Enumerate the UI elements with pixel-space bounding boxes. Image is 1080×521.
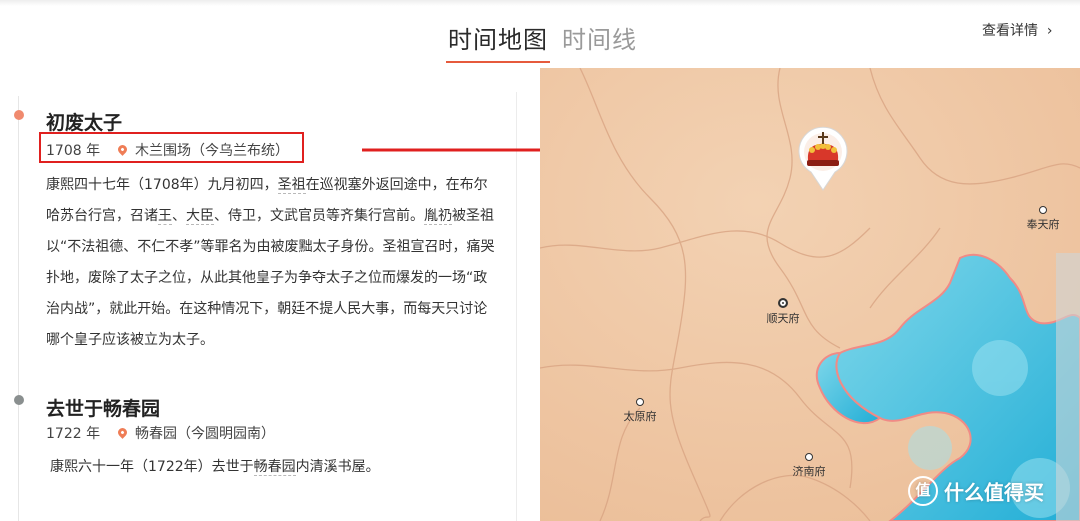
city-taiyuan[interactable]: 太原府 bbox=[610, 398, 670, 424]
active-tab-underline bbox=[446, 61, 550, 63]
city-shuntian[interactable]: 顺天府 bbox=[753, 298, 813, 326]
event-title[interactable]: 初废太子 bbox=[46, 108, 122, 135]
watermark-logo-icon: 值 bbox=[908, 476, 938, 506]
desc-link[interactable]: 畅春园 bbox=[253, 459, 296, 476]
site-watermark: 值什么值得买 bbox=[908, 476, 1044, 510]
city-label: 奉天府 bbox=[1026, 218, 1060, 231]
event-title[interactable]: 去世于畅春园 bbox=[46, 394, 160, 421]
city-label: 太原府 bbox=[623, 410, 657, 423]
desc-link[interactable]: 胤礽 bbox=[424, 208, 452, 225]
top-shadow bbox=[0, 0, 1080, 6]
history-map[interactable]: 奉天府 顺天府 太原府 济南府 bbox=[540, 68, 1080, 521]
watermark-text: 什么值得买 bbox=[944, 480, 1044, 505]
event-place: 畅春园（今圆明园南） bbox=[135, 426, 275, 442]
desc-text: 康熙四十七年（1708年）九月初四， bbox=[46, 177, 278, 193]
city-marker-icon bbox=[1039, 206, 1047, 214]
city-jinan[interactable]: 济南府 bbox=[779, 453, 839, 479]
view-tabs: 时间地图 时间线 bbox=[0, 18, 1080, 63]
desc-text: 、侍卫，文武官员等齐集行宫前。 bbox=[214, 208, 424, 224]
desc-link[interactable]: 大臣 bbox=[186, 208, 214, 225]
desc-text: 、 bbox=[172, 208, 186, 224]
timeline-line bbox=[18, 96, 19, 521]
crown-icon[interactable] bbox=[793, 120, 853, 192]
view-details-link[interactable]: 查看详情 › bbox=[982, 20, 1053, 40]
city-marker-icon bbox=[636, 398, 644, 406]
tab-time-map-label: 时间地图 bbox=[448, 26, 548, 54]
tab-timeline-label: 时间线 bbox=[562, 26, 637, 54]
city-fengtian[interactable]: 奉天府 bbox=[1013, 206, 1073, 232]
desc-link[interactable]: 王 bbox=[158, 208, 172, 225]
tab-timeline[interactable]: 时间线 bbox=[562, 20, 637, 55]
event-description: 康熙六十一年（1722年）去世于畅春园内清溪书屋。 bbox=[50, 452, 500, 483]
location-pin-icon bbox=[116, 426, 129, 439]
desc-link[interactable]: 圣祖 bbox=[277, 177, 306, 194]
event-year: 1722 年 bbox=[46, 426, 101, 442]
city-label: 顺天府 bbox=[766, 312, 800, 325]
desc-text: 被圣祖以“不法祖德、不仁不孝”等罪名为由被废黜太子身份。圣祖宣召时，痛哭扑地，废… bbox=[46, 208, 495, 348]
capital-marker-icon bbox=[778, 298, 788, 308]
city-marker-icon bbox=[805, 453, 813, 461]
timeline-dot-active bbox=[14, 110, 24, 120]
tab-time-map[interactable]: 时间地图 bbox=[446, 20, 550, 63]
event-description: 康熙四十七年（1708年）九月初四，圣祖在巡视塞外返回途中，在布尔哈苏台行宫，召… bbox=[46, 170, 496, 356]
timeline-dot bbox=[14, 395, 24, 405]
event-meta: 1722 年 畅春园（今圆明园南） bbox=[46, 423, 275, 443]
city-label: 济南府 bbox=[792, 465, 826, 478]
view-details-label: 查看详情 bbox=[982, 23, 1038, 39]
desc-text: 内清溪书屋。 bbox=[295, 459, 380, 475]
chevron-right-icon: › bbox=[1042, 23, 1053, 39]
desc-text: 康熙六十一年（1722年）去世于 bbox=[50, 459, 254, 475]
annotation-highlight-box bbox=[39, 132, 304, 163]
